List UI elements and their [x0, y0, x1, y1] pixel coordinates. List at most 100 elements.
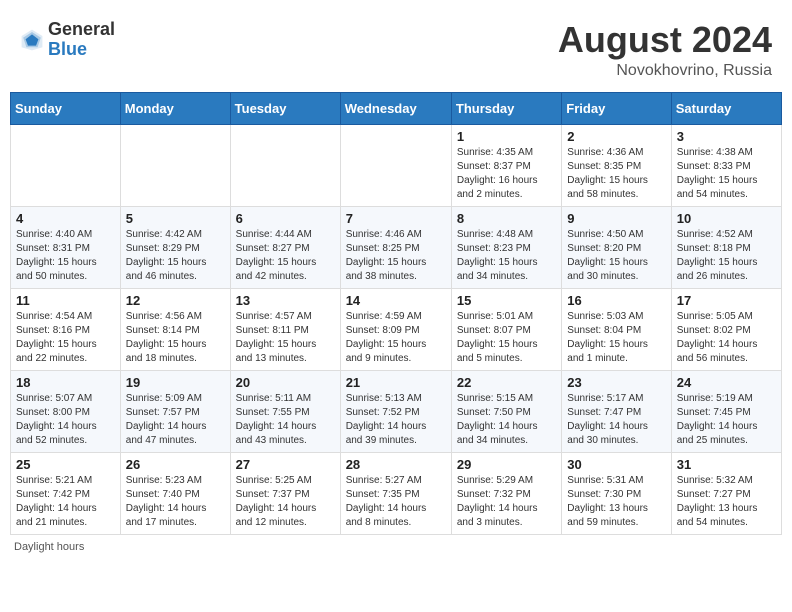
calendar-day-cell: 8 Sunrise: 4:48 AM Sunset: 8:23 PM Daylig…: [451, 206, 561, 288]
header: General Blue August 2024 Novokhovrino, R…: [10, 10, 782, 88]
logo-text: General Blue: [48, 20, 115, 60]
calendar-day-cell: 31 Sunrise: 5:32 AM Sunset: 7:27 PM Dayli…: [671, 452, 781, 534]
day-info: Sunrise: 5:05 AM Sunset: 8:02 PM Dayligh…: [677, 310, 776, 366]
calendar-day-cell: 9 Sunrise: 4:50 AM Sunset: 8:20 PM Daylig…: [562, 206, 671, 288]
day-number: 10: [677, 211, 776, 226]
day-info: Sunrise: 5:09 AM Sunset: 7:57 PM Dayligh…: [126, 392, 225, 448]
day-info: Sunrise: 4:50 AM Sunset: 8:20 PM Dayligh…: [567, 228, 665, 284]
calendar-day-cell: 25 Sunrise: 5:21 AM Sunset: 7:42 PM Dayli…: [11, 452, 121, 534]
day-number: 30: [567, 457, 665, 472]
day-of-week-header: Saturday: [671, 92, 781, 124]
day-number: 21: [346, 375, 446, 390]
calendar-day-cell: 6 Sunrise: 4:44 AM Sunset: 8:27 PM Daylig…: [230, 206, 340, 288]
calendar-day-cell: 11 Sunrise: 4:54 AM Sunset: 8:16 PM Dayli…: [11, 288, 121, 370]
day-info: Sunrise: 5:01 AM Sunset: 8:07 PM Dayligh…: [457, 310, 556, 366]
day-info: Sunrise: 4:56 AM Sunset: 8:14 PM Dayligh…: [126, 310, 225, 366]
month-year-title: August 2024: [558, 20, 772, 60]
calendar-day-cell: 4Sunrise: 4:40 AM Sunset: 8:31 PM Daylig…: [11, 206, 121, 288]
calendar-week-row: 18 Sunrise: 5:07 AM Sunset: 8:00 PM Dayli…: [11, 370, 782, 452]
calendar-day-cell: [11, 124, 121, 206]
logo-icon: [20, 28, 44, 52]
day-number: 8: [457, 211, 556, 226]
day-number: 22: [457, 375, 556, 390]
calendar-day-cell: 3 Sunrise: 4:38 AM Sunset: 8:33 PM Daylig…: [671, 124, 781, 206]
day-number: 17: [677, 293, 776, 308]
day-info: Sunrise: 5:15 AM Sunset: 7:50 PM Dayligh…: [457, 392, 556, 448]
day-number: 16: [567, 293, 665, 308]
day-number: 12: [126, 293, 225, 308]
day-number: 15: [457, 293, 556, 308]
calendar-day-cell: 29 Sunrise: 5:29 AM Sunset: 7:32 PM Dayli…: [451, 452, 561, 534]
calendar-day-cell: 17 Sunrise: 5:05 AM Sunset: 8:02 PM Dayli…: [671, 288, 781, 370]
calendar-day-cell: 23 Sunrise: 5:17 AM Sunset: 7:47 PM Dayli…: [562, 370, 671, 452]
calendar-header-row: SundayMondayTuesdayWednesdayThursdayFrid…: [11, 92, 782, 124]
day-info: Sunrise: 5:21 AM Sunset: 7:42 PM Dayligh…: [16, 474, 115, 530]
day-info: Sunrise: 5:13 AM Sunset: 7:52 PM Dayligh…: [346, 392, 446, 448]
day-info: Sunrise: 4:54 AM Sunset: 8:16 PM Dayligh…: [16, 310, 115, 366]
day-info: Sunrise: 5:07 AM Sunset: 8:00 PM Dayligh…: [16, 392, 115, 448]
day-of-week-header: Wednesday: [340, 92, 451, 124]
footer: Daylight hours: [10, 541, 782, 553]
day-number: 19: [126, 375, 225, 390]
day-number: 9: [567, 211, 665, 226]
daylight-hours-label: Daylight hours: [14, 541, 84, 553]
day-number: 11: [16, 293, 115, 308]
calendar-day-cell: [340, 124, 451, 206]
logo-general: General: [48, 20, 115, 40]
calendar-day-cell: 30 Sunrise: 5:31 AM Sunset: 7:30 PM Dayli…: [562, 452, 671, 534]
day-number: 1: [457, 129, 556, 144]
calendar-day-cell: 27Sunrise: 5:25 AM Sunset: 7:37 PM Dayli…: [230, 452, 340, 534]
calendar-day-cell: 28Sunrise: 5:27 AM Sunset: 7:35 PM Dayli…: [340, 452, 451, 534]
day-number: 23: [567, 375, 665, 390]
calendar-day-cell: 16Sunrise: 5:03 AM Sunset: 8:04 PM Dayli…: [562, 288, 671, 370]
calendar-day-cell: [230, 124, 340, 206]
day-info: Sunrise: 5:25 AM Sunset: 7:37 PM Dayligh…: [236, 474, 335, 530]
calendar-day-cell: 1 Sunrise: 4:35 AM Sunset: 8:37 PM Daylig…: [451, 124, 561, 206]
day-number: 18: [16, 375, 115, 390]
day-number: 14: [346, 293, 446, 308]
day-info: Sunrise: 4:38 AM Sunset: 8:33 PM Dayligh…: [677, 146, 776, 202]
day-info: Sunrise: 5:11 AM Sunset: 7:55 PM Dayligh…: [236, 392, 335, 448]
calendar-table: SundayMondayTuesdayWednesdayThursdayFrid…: [10, 92, 782, 535]
day-number: 29: [457, 457, 556, 472]
calendar-day-cell: 26 Sunrise: 5:23 AM Sunset: 7:40 PM Dayli…: [120, 452, 230, 534]
calendar-day-cell: [120, 124, 230, 206]
logo-blue: Blue: [48, 40, 115, 60]
day-info: Sunrise: 5:23 AM Sunset: 7:40 PM Dayligh…: [126, 474, 225, 530]
calendar-day-cell: 7 Sunrise: 4:46 AM Sunset: 8:25 PM Daylig…: [340, 206, 451, 288]
day-number: 31: [677, 457, 776, 472]
day-number: 20: [236, 375, 335, 390]
day-number: 2: [567, 129, 665, 144]
day-number: 3: [677, 129, 776, 144]
day-of-week-header: Sunday: [11, 92, 121, 124]
calendar-day-cell: 2 Sunrise: 4:36 AM Sunset: 8:35 PM Daylig…: [562, 124, 671, 206]
calendar-week-row: 11 Sunrise: 4:54 AM Sunset: 8:16 PM Dayli…: [11, 288, 782, 370]
day-info: Sunrise: 5:17 AM Sunset: 7:47 PM Dayligh…: [567, 392, 665, 448]
day-of-week-header: Friday: [562, 92, 671, 124]
day-info: Sunrise: 5:19 AM Sunset: 7:45 PM Dayligh…: [677, 392, 776, 448]
calendar-day-cell: 15 Sunrise: 5:01 AM Sunset: 8:07 PM Dayli…: [451, 288, 561, 370]
day-info: Sunrise: 4:46 AM Sunset: 8:25 PM Dayligh…: [346, 228, 446, 284]
calendar-day-cell: 18 Sunrise: 5:07 AM Sunset: 8:00 PM Dayli…: [11, 370, 121, 452]
day-info: Sunrise: 4:44 AM Sunset: 8:27 PM Dayligh…: [236, 228, 335, 284]
day-info: Sunrise: 4:35 AM Sunset: 8:37 PM Dayligh…: [457, 146, 556, 202]
day-number: 6: [236, 211, 335, 226]
calendar-week-row: 4Sunrise: 4:40 AM Sunset: 8:31 PM Daylig…: [11, 206, 782, 288]
calendar-day-cell: 10Sunrise: 4:52 AM Sunset: 8:18 PM Dayli…: [671, 206, 781, 288]
day-of-week-header: Tuesday: [230, 92, 340, 124]
day-of-week-header: Monday: [120, 92, 230, 124]
day-info: Sunrise: 5:32 AM Sunset: 7:27 PM Dayligh…: [677, 474, 776, 530]
day-number: 4: [16, 211, 115, 226]
day-info: Sunrise: 5:29 AM Sunset: 7:32 PM Dayligh…: [457, 474, 556, 530]
day-info: Sunrise: 4:36 AM Sunset: 8:35 PM Dayligh…: [567, 146, 665, 202]
day-info: Sunrise: 5:31 AM Sunset: 7:30 PM Dayligh…: [567, 474, 665, 530]
calendar-day-cell: 24Sunrise: 5:19 AM Sunset: 7:45 PM Dayli…: [671, 370, 781, 452]
calendar-day-cell: 5Sunrise: 4:42 AM Sunset: 8:29 PM Daylig…: [120, 206, 230, 288]
day-number: 7: [346, 211, 446, 226]
day-number: 25: [16, 457, 115, 472]
day-info: Sunrise: 4:48 AM Sunset: 8:23 PM Dayligh…: [457, 228, 556, 284]
day-info: Sunrise: 4:57 AM Sunset: 8:11 PM Dayligh…: [236, 310, 335, 366]
day-of-week-header: Thursday: [451, 92, 561, 124]
day-number: 26: [126, 457, 225, 472]
logo: General Blue: [20, 20, 115, 60]
